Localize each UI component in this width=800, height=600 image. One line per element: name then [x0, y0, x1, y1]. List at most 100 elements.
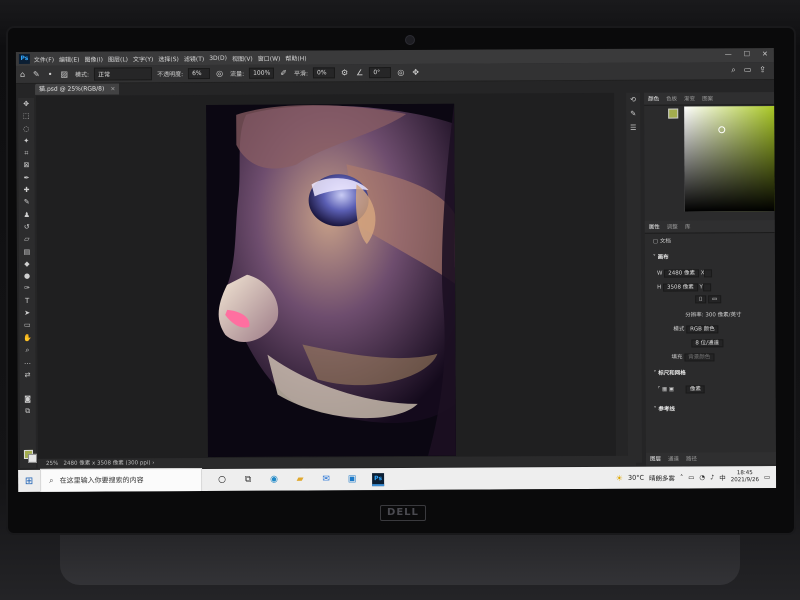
pen-tool-icon[interactable]: ✑ [24, 282, 30, 294]
fill-select[interactable]: 背景颜色 [684, 353, 715, 362]
flow-field[interactable]: 100% [249, 67, 275, 79]
tab-gradients[interactable]: 渐变 [684, 94, 695, 102]
menu-3d[interactable]: 3D(D) [209, 54, 227, 61]
gear-icon[interactable]: ⚙ [341, 68, 348, 77]
dodge-tool-icon[interactable]: ● [24, 270, 30, 282]
menu-image[interactable]: 图像(I) [84, 54, 103, 63]
weather-icon[interactable]: ☀ [616, 473, 623, 482]
quick-mask-icon[interactable]: ◙ [24, 393, 31, 405]
frame-tool-icon[interactable]: ⊠ [23, 159, 29, 171]
path-select-tool-icon[interactable]: ➤ [24, 307, 30, 319]
menu-file[interactable]: 文件(F) [34, 54, 54, 63]
menu-window[interactable]: 窗口(W) [258, 53, 281, 62]
lasso-tool-icon[interactable]: ◌ [23, 123, 29, 135]
landscape-icon[interactable]: ▭ [707, 295, 722, 304]
eyedropper-tool-icon[interactable]: ✒ [24, 172, 30, 184]
color-picker-cursor[interactable] [718, 126, 726, 134]
file-explorer-icon[interactable]: ▰ [294, 474, 306, 484]
document-canvas[interactable] [206, 103, 456, 457]
brush-panel-icon[interactable]: ✎ [626, 107, 640, 121]
close-icon[interactable]: ✕ [762, 50, 768, 58]
eraser-tool-icon[interactable]: ▱ [24, 233, 29, 245]
menu-layer[interactable]: 图层(L) [108, 54, 128, 63]
tray-chevron-icon[interactable]: ˄ [680, 473, 683, 481]
weather-text[interactable]: 晴朗多雾 [649, 473, 675, 483]
adjust-panel-icon[interactable]: ☰ [626, 121, 640, 135]
tab-adjustments[interactable]: 调整 [667, 223, 678, 231]
history-brush-icon[interactable]: ↺ [24, 221, 30, 233]
marquee-tool-icon[interactable]: ⬚ [23, 110, 30, 122]
brush-tool-icon[interactable]: ✎ [33, 70, 40, 79]
move-tool-icon[interactable]: ✥ [23, 98, 29, 110]
crop-tool-icon[interactable]: ⌗ [24, 147, 28, 159]
units-select[interactable]: 像素 [685, 385, 705, 394]
edit-toolbar-icon[interactable]: ⇄ [25, 368, 31, 380]
menu-view[interactable]: 视图(V) [232, 53, 253, 62]
guides-icon[interactable]: ▣ [669, 387, 674, 393]
smoothing-field[interactable]: 0% [312, 67, 336, 79]
menu-type[interactable]: 文字(Y) [133, 54, 153, 63]
more-tools-icon[interactable]: … [24, 356, 31, 368]
airbrush-icon[interactable]: ✐ [280, 69, 287, 78]
home-icon[interactable]: ⌂ [20, 70, 25, 79]
shape-tool-icon[interactable]: ▭ [24, 319, 31, 331]
mail-icon[interactable]: ✉ [320, 474, 332, 484]
menu-edit[interactable]: 编辑(E) [59, 54, 80, 63]
tab-layers[interactable]: 图层 [650, 455, 661, 463]
clock[interactable]: 18:45 2021/9/26 [731, 470, 759, 484]
tab-color[interactable]: 颜色 [648, 95, 659, 103]
brush-tool-icon-side[interactable]: ✎ [24, 196, 30, 208]
minimize-icon[interactable]: — [725, 50, 732, 58]
tab-patterns[interactable]: 图案 [702, 94, 713, 102]
symmetry-icon[interactable]: ✥ [412, 68, 419, 77]
guides-section[interactable]: ˅ 参考线 [654, 405, 675, 413]
hand-tool-icon[interactable]: ✋ [23, 332, 32, 344]
brush-size-icon[interactable]: • [48, 70, 53, 79]
wifi-icon[interactable]: ◔ [699, 473, 705, 481]
pressure-size-icon[interactable]: ◎ [397, 68, 404, 77]
gradient-tool-icon[interactable]: ▤ [24, 245, 31, 257]
portrait-icon[interactable]: ▯ [695, 295, 707, 304]
grid-icon[interactable]: ▦ [662, 387, 667, 393]
volume-icon[interactable]: ♪ [710, 473, 714, 481]
ruler-icon[interactable]: ⌜ [658, 387, 661, 393]
tab-paths[interactable]: 路径 [686, 454, 697, 462]
close-tab-icon[interactable]: × [110, 85, 115, 92]
windows-start-icon[interactable]: ⊞ [18, 475, 40, 486]
color-panel-foreground[interactable] [668, 108, 679, 119]
document-tab[interactable]: 猫.psd @ 25%(RGB/8) × [35, 83, 120, 95]
cortana-icon[interactable]: ○ [216, 475, 228, 485]
opacity-field[interactable]: 6% [188, 67, 211, 80]
x-field[interactable] [704, 269, 713, 278]
menu-filter[interactable]: 滤镜(T) [184, 54, 204, 63]
angle-field[interactable]: 0° [369, 67, 392, 79]
ime-indicator[interactable]: 中 [719, 472, 726, 482]
quick-select-tool-icon[interactable]: ✦ [23, 135, 29, 147]
zoom-tool-icon[interactable]: ⌕ [25, 344, 29, 356]
pressure-opacity-icon[interactable]: ◎ [216, 69, 223, 78]
temperature[interactable]: 30°C [628, 474, 644, 482]
color-picker-field[interactable] [684, 105, 777, 212]
height-field[interactable]: 3508 像素 [662, 283, 698, 292]
task-view-icon[interactable]: ⧉ [242, 475, 254, 485]
store-icon[interactable]: ▣ [346, 474, 358, 484]
tab-swatches[interactable]: 色板 [666, 95, 677, 103]
menu-help[interactable]: 帮助(H) [285, 53, 306, 62]
history-panel-icon[interactable]: ⟲ [626, 93, 640, 107]
zoom-level[interactable]: 25% [46, 461, 58, 467]
blur-tool-icon[interactable]: ◆ [24, 258, 29, 270]
bit-depth-select[interactable]: 8 位/通道 [691, 338, 724, 348]
maximize-icon[interactable]: ☐ [744, 50, 750, 58]
tab-channels[interactable]: 通道 [668, 455, 679, 463]
y-field[interactable] [702, 283, 711, 292]
screen-mode-icon[interactable]: ⧉ [25, 405, 30, 417]
network-icon[interactable]: ▭ [688, 473, 694, 481]
menu-select[interactable]: 选择(S) [158, 54, 179, 63]
rulers-grids-section[interactable]: ˅ 标尺和网格 [654, 368, 686, 376]
taskbar-search-box[interactable]: ⌕ 在这里输入你要搜索的内容 [40, 468, 203, 492]
share-icon[interactable]: ⇪ [759, 65, 766, 75]
tab-libraries[interactable]: 库 [685, 222, 691, 230]
photoshop-taskbar-icon[interactable]: Ps [372, 472, 385, 486]
tab-properties[interactable]: 属性 [649, 223, 660, 231]
search-icon[interactable]: ⌕ [731, 65, 736, 75]
